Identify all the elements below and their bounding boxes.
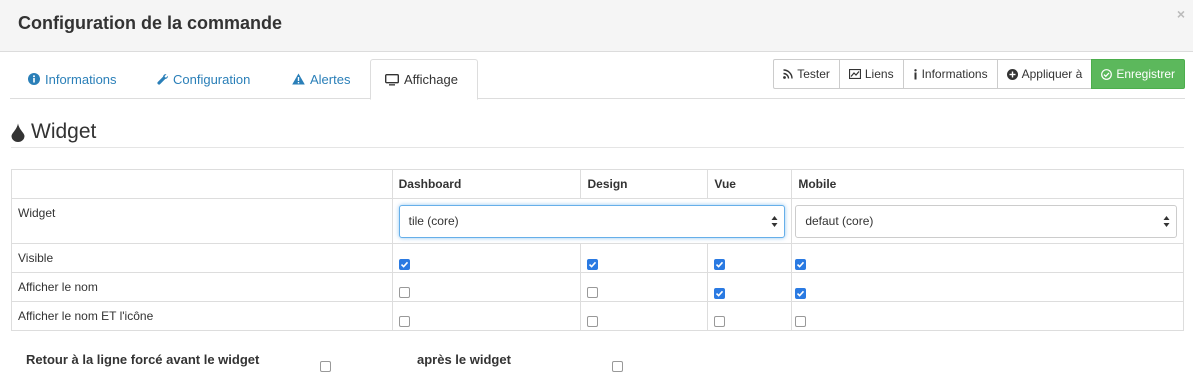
header-dashboard: Dashboard xyxy=(391,169,582,199)
newline-after-label: après le widget xyxy=(417,352,511,367)
table-header-row: Dashboard Design Vue Mobile xyxy=(11,169,1184,199)
informations-button[interactable]: Informations xyxy=(902,59,998,89)
widget-select-mobile-value: defaut (core) xyxy=(805,214,874,228)
row-label: Afficher le nom ET l'icône xyxy=(11,301,393,331)
newline-before-label: Retour à la ligne forcé avant le widget xyxy=(26,352,260,367)
tab-alertes[interactable]: Alertes xyxy=(278,59,364,99)
appliquer-button[interactable]: Appliquer à xyxy=(996,59,1093,89)
tab-label: Alertes xyxy=(310,71,351,87)
tester-button[interactable]: Tester xyxy=(773,59,840,89)
table-row-widget: Widget tile (core) defaut (core) xyxy=(11,198,1184,244)
enregistrer-label: Enregistrer xyxy=(1116,67,1175,81)
widget-select-cell-mobile: defaut (core) xyxy=(791,198,1184,244)
tab-informations[interactable]: Informations xyxy=(14,59,131,99)
modal-header: Configuration de la commande × xyxy=(0,0,1193,52)
dashboard-checkbox[interactable] xyxy=(398,287,410,298)
section-title: Widget xyxy=(11,120,96,144)
tab-configuration[interactable]: Configuration xyxy=(142,59,264,99)
check-cell-dashboard xyxy=(391,272,582,302)
check-cell-design xyxy=(580,243,709,273)
check-cell-mobile xyxy=(791,301,1184,331)
plus-circle-icon xyxy=(1006,68,1018,80)
check-cell-vue xyxy=(707,272,793,302)
vue-checkbox[interactable] xyxy=(714,259,726,270)
wrench-icon xyxy=(157,74,168,85)
design-checkbox[interactable] xyxy=(587,316,599,327)
vue-checkbox[interactable] xyxy=(714,316,726,327)
section-title-text: Widget xyxy=(31,120,97,143)
warning-icon xyxy=(292,73,305,85)
widget-select-mobile[interactable]: defaut (core) xyxy=(795,204,1177,238)
select-arrows-icon xyxy=(771,215,778,227)
monitor-icon xyxy=(385,73,399,85)
section-divider xyxy=(11,147,1184,148)
dashboard-checkbox[interactable] xyxy=(398,259,410,270)
check-circle-icon xyxy=(1101,68,1113,80)
close-icon[interactable]: × xyxy=(1177,6,1185,22)
tester-label: Tester xyxy=(797,67,830,81)
header-vue: Vue xyxy=(707,169,793,199)
tab-label: Configuration xyxy=(173,71,251,87)
select-arrows-icon xyxy=(1163,215,1170,227)
droplet-icon xyxy=(11,123,25,142)
vue-checkbox[interactable] xyxy=(714,288,726,299)
row-label: Widget xyxy=(11,198,393,244)
check-cell-design xyxy=(580,272,709,302)
header-mobile: Mobile xyxy=(791,169,1184,199)
check-cell-mobile xyxy=(791,243,1184,273)
check-cell-design xyxy=(580,301,709,331)
tab-label: Informations xyxy=(45,71,117,87)
widget-config-table: Dashboard Design Vue Mobile Widget tile … xyxy=(11,169,1184,331)
mobile-checkbox[interactable] xyxy=(795,259,807,270)
table-row: Afficher le nom ET l'icône xyxy=(11,301,1184,331)
design-checkbox[interactable] xyxy=(587,287,599,298)
toolbar: Tester Liens Informations Appliquer à En… xyxy=(773,59,1185,89)
table-row: Afficher le nom xyxy=(11,272,1184,302)
check-cell-vue xyxy=(707,243,793,273)
mobile-checkbox[interactable] xyxy=(795,316,807,327)
mobile-checkbox[interactable] xyxy=(795,288,807,299)
row-label: Afficher le nom xyxy=(11,272,393,302)
widget-select-main[interactable]: tile (core) xyxy=(398,204,786,238)
check-cell-vue xyxy=(707,301,793,331)
header-design: Design xyxy=(580,169,709,199)
widget-select-main-value: tile (core) xyxy=(408,214,459,228)
widget-select-cell: tile (core) xyxy=(391,198,793,244)
tab-label: Affichage xyxy=(404,72,458,87)
modal-title: Configuration de la commande xyxy=(18,13,283,33)
newline-before-checkbox[interactable] xyxy=(320,361,331,372)
design-checkbox[interactable] xyxy=(587,259,599,270)
rss-icon xyxy=(783,69,793,79)
liens-button[interactable]: Liens xyxy=(838,59,904,89)
info-circle-icon xyxy=(28,73,40,85)
appliquer-label: Appliquer à xyxy=(1021,67,1083,81)
dashboard-checkbox[interactable] xyxy=(398,316,410,327)
info-icon xyxy=(913,68,917,79)
tab-affichage[interactable]: Affichage xyxy=(370,59,478,100)
enregistrer-button[interactable]: Enregistrer xyxy=(1091,59,1185,89)
check-cell-dashboard xyxy=(391,301,582,331)
sitemap-icon xyxy=(848,69,861,79)
header-empty xyxy=(11,169,393,199)
liens-label: Liens xyxy=(864,67,894,81)
informations-label: Informations xyxy=(921,67,988,81)
check-cell-dashboard xyxy=(391,243,582,273)
newline-after-checkbox[interactable] xyxy=(612,361,623,372)
check-cell-mobile xyxy=(791,272,1184,302)
row-label: Visible xyxy=(11,243,393,273)
table-row: Visible xyxy=(11,243,1184,273)
